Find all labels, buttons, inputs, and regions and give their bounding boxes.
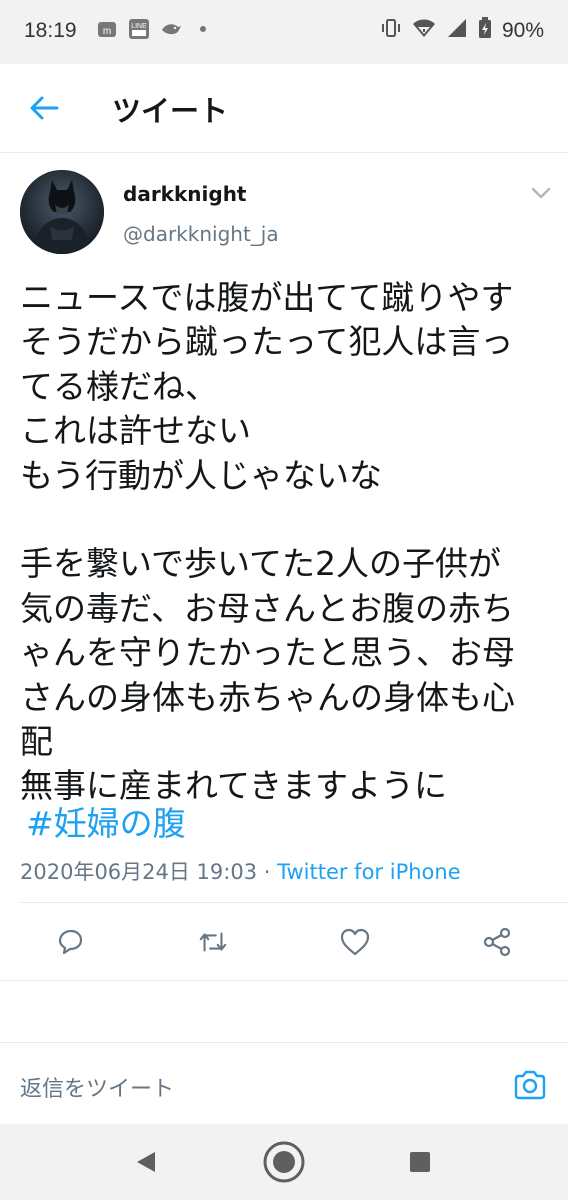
- tweet-timestamp[interactable]: 2020年06月24日 19:03: [20, 860, 257, 884]
- arrow-left-icon: [30, 96, 59, 120]
- home-circle-icon: [263, 1141, 305, 1183]
- chevron-down-icon: [531, 187, 551, 199]
- author-handle[interactable]: @darkknight_ja: [123, 222, 279, 246]
- reply-icon: [58, 929, 83, 955]
- tweet-actions: [0, 918, 568, 966]
- signal-icon: [446, 18, 468, 44]
- back-triangle-icon: [137, 1152, 155, 1172]
- back-button[interactable]: [24, 88, 64, 128]
- tweet-text: ニュースでは腹が出てて蹴りやす そうだから蹴ったって犯人は言っ てる様だね、 こ…: [20, 278, 515, 806]
- retweet-button[interactable]: [197, 926, 229, 958]
- nav-recents-button[interactable]: [398, 1140, 442, 1184]
- svg-text:m: m: [103, 26, 111, 37]
- retweet-icon: [199, 932, 227, 952]
- system-nav-bar: [0, 1124, 568, 1200]
- like-icon: [340, 928, 370, 956]
- page-title: ツイート: [112, 94, 229, 128]
- tweet-menu-button[interactable]: [530, 184, 554, 204]
- status-bar: 18:19 m LINE 90%: [0, 0, 568, 64]
- divider: [20, 902, 568, 903]
- battery-icon: [478, 17, 492, 45]
- system-status: 90%: [380, 17, 544, 45]
- avatar[interactable]: [20, 170, 104, 254]
- dot-icon: [192, 18, 214, 40]
- mercari-icon: m: [96, 18, 118, 40]
- reply-button[interactable]: [54, 926, 86, 958]
- reply-input[interactable]: 返信をツイート: [20, 1071, 174, 1103]
- wifi-icon: [412, 18, 436, 44]
- like-button[interactable]: [339, 926, 371, 958]
- app-header: ツイート: [0, 64, 568, 153]
- tweet-meta: 2020年06月24日 19:03 · Twitter for iPhone: [20, 856, 461, 886]
- svg-text:LINE: LINE: [131, 23, 147, 30]
- nav-home-button[interactable]: [262, 1140, 306, 1184]
- battery-percent: 90%: [501, 19, 544, 42]
- status-time: 18:19: [24, 19, 77, 42]
- bird-app-icon: [160, 18, 182, 40]
- author-name[interactable]: darkknight: [123, 182, 247, 206]
- recents-square-icon: [410, 1152, 430, 1172]
- tweet-source-link[interactable]: Twitter for iPhone: [277, 860, 461, 884]
- notification-icons: m LINE: [96, 18, 214, 40]
- meta-separator: ·: [257, 860, 278, 884]
- hashtag-link[interactable]: #妊婦の腹: [26, 802, 186, 846]
- camera-button[interactable]: [512, 1067, 548, 1103]
- reply-bar: 返信をツイート: [0, 1042, 568, 1125]
- camera-icon: [514, 1070, 546, 1100]
- nav-back-button[interactable]: [124, 1140, 168, 1184]
- tweet-footer-area: [0, 980, 568, 1041]
- vibrate-icon: [380, 17, 402, 45]
- share-icon: [483, 927, 511, 957]
- share-button[interactable]: [481, 926, 513, 958]
- line-manga-icon: LINE: [128, 18, 150, 40]
